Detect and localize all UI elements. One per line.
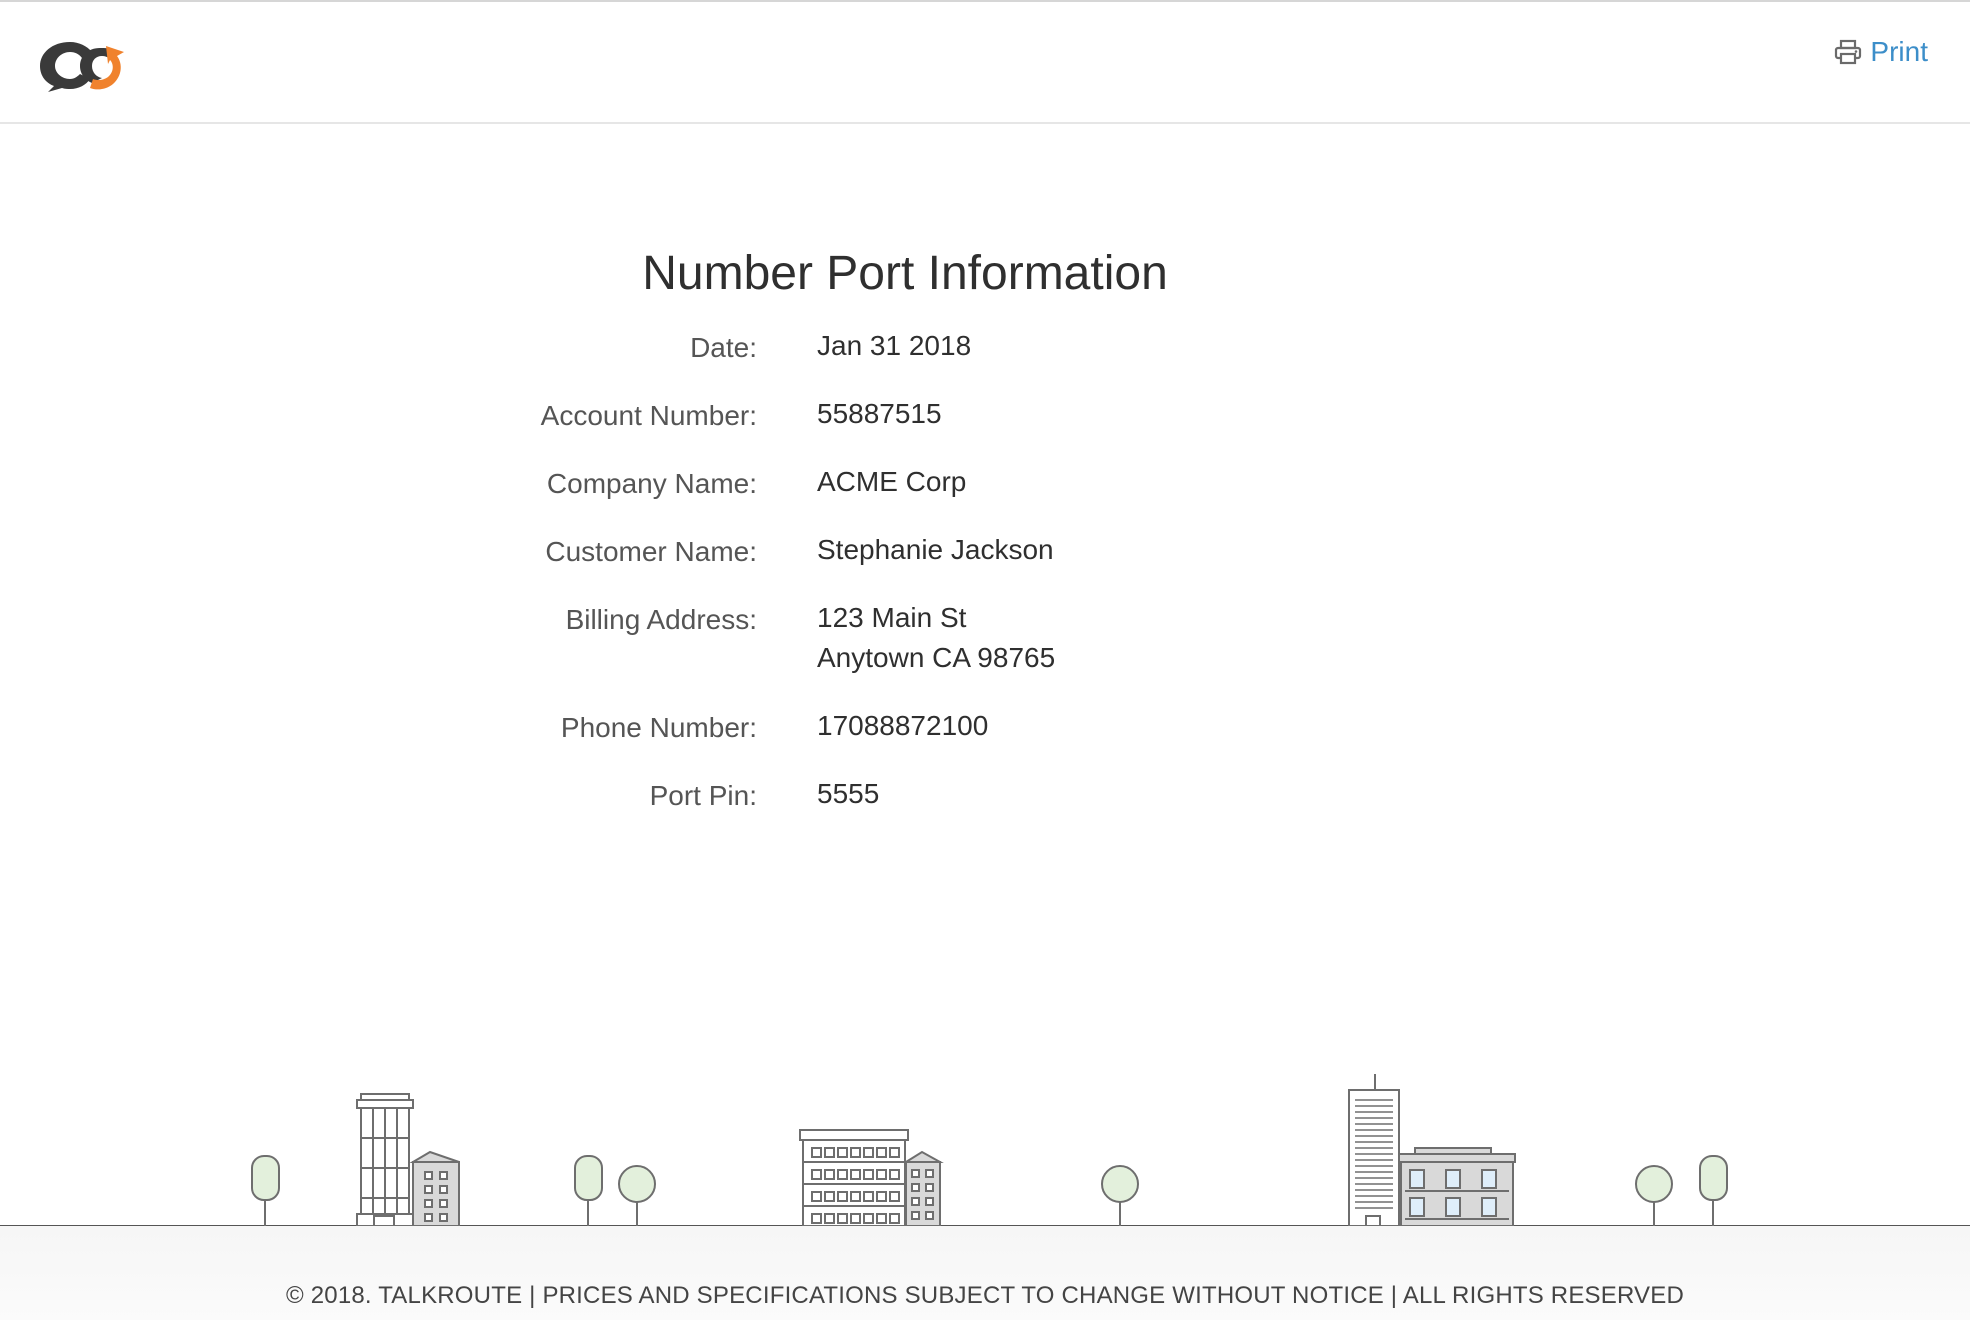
footer: © 2018. TALKROUTE | PRICES AND SPECIFICA… [0,1226,1970,1320]
field-value: 17088872100 [817,706,988,746]
field-label: Customer Name: [545,536,757,567]
field-label: Company Name: [546,468,757,499]
talkroute-logo-icon[interactable] [34,36,134,94]
tree-icon [1635,1165,1673,1226]
office-building-icon [799,1129,909,1227]
field-value: Stephanie Jackson [817,530,1054,570]
office-tower-icon [356,1093,414,1227]
printer-icon [1835,39,1862,65]
city-skyline-illustration [0,1074,1970,1227]
field-value: 5555 [817,774,879,814]
field-value-line: ACME Corp [817,466,967,497]
office-building-icon [1398,1147,1516,1227]
field-label: Date: [690,332,757,363]
tree-icon [618,1165,656,1226]
print-button[interactable]: Print [1834,36,1928,68]
field-value: 123 Main St Anytown CA 98765 [817,598,1055,678]
page-title: Number Port Information [642,247,1168,300]
field-value-line: 17088872100 [817,710,989,741]
print-label: Print [1870,36,1928,67]
tree-icon [1699,1155,1728,1226]
field-value: 55887515 [817,394,942,434]
header: Print [0,0,1970,124]
field-value-line: 123 Main St [817,602,967,633]
field-value-line: Jan 31 2018 [817,330,972,361]
tree-icon [1101,1165,1139,1226]
field-label: Port Pin: [649,780,757,811]
field-value-line: Stephanie Jackson [817,534,1054,565]
tree-icon [251,1155,280,1226]
tree-icon [574,1155,603,1226]
field-value: ACME Corp [817,462,966,502]
apartment-building-icon [409,1150,460,1227]
field-value-line: 5555 [817,778,880,809]
apartment-building-icon [902,1150,944,1227]
field-label: Phone Number: [560,712,757,743]
skyscraper-icon [1348,1074,1400,1227]
field-label: Billing Address: [565,604,757,635]
field-value-line: Anytown CA 98765 [817,642,1056,673]
page: Print Number Port Information Date: Jan … [0,0,1970,1320]
field-value-line: 55887515 [817,398,942,429]
field-value: Jan 31 2018 [817,326,971,366]
field-label: Account Number: [540,400,757,431]
footer-copyright: © 2018. TALKROUTE | PRICES AND SPECIFICA… [285,1282,1684,1309]
